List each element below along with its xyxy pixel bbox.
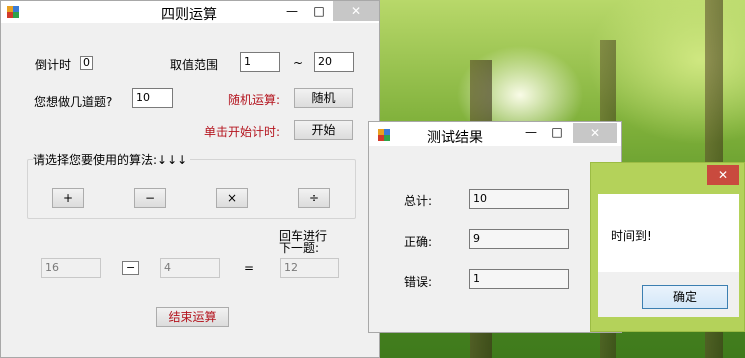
operand1-field: 16 [41, 258, 101, 278]
close-button[interactable]: ✕ [707, 165, 739, 185]
operator-group-label: 请选择您要使用的算法:↓↓↓ [33, 151, 191, 168]
countdown-value: 0 [80, 56, 93, 70]
dialog-button-bar: 确定 [598, 272, 739, 317]
result-window-title: 测试结果 [427, 130, 483, 146]
answer-input[interactable]: 12 [280, 258, 339, 278]
dialog-message: 时间到! [611, 229, 652, 243]
random-button[interactable]: 随机 [294, 88, 353, 108]
random-label: 随机运算: [228, 93, 281, 107]
app-icon [378, 129, 390, 141]
result-window: 测试结果 — □ ✕ 总计: 10 正确: 9 错误: 1 [368, 121, 622, 333]
message-dialog: ✕ 时间到! 确定 [590, 162, 745, 332]
enter-hint-line2: 下一题: [279, 241, 320, 255]
total-label: 总计: [404, 194, 433, 208]
question-count-input[interactable]: 10 [132, 88, 173, 108]
dialog-message-area: 时间到! [598, 194, 739, 272]
start-button[interactable]: 开始 [294, 120, 353, 140]
question-count-label: 您想做几道题? [34, 95, 113, 109]
main-window-title: 四则运算 [161, 7, 217, 23]
plus-button[interactable]: + [52, 188, 84, 208]
ok-button[interactable]: 确定 [642, 285, 728, 309]
equals-sign: = [244, 261, 255, 275]
correct-label: 正确: [404, 235, 433, 249]
range-label: 取值范围 [170, 58, 219, 72]
countdown-label: 倒计时 [35, 58, 72, 72]
range-min-input[interactable]: 1 [240, 52, 280, 72]
maximize-button[interactable]: □ [305, 1, 333, 21]
start-label: 单击开始计时: [204, 125, 281, 139]
minus-button[interactable]: − [134, 188, 166, 208]
correct-value: 9 [469, 229, 569, 249]
maximize-button[interactable]: □ [543, 122, 571, 142]
multiply-button[interactable]: × [216, 188, 248, 208]
close-button[interactable]: ✕ [573, 123, 617, 143]
range-separator: ~ [293, 56, 304, 70]
operator-field: − [122, 261, 139, 275]
end-button[interactable]: 结束运算 [156, 307, 229, 327]
minimize-button[interactable]: — [278, 1, 306, 21]
wrong-label: 错误: [404, 275, 433, 289]
close-button[interactable]: ✕ [333, 1, 379, 21]
range-max-input[interactable]: 20 [314, 52, 354, 72]
main-window: 四则运算 — □ ✕ 倒计时 0 取值范围 1 ~ 20 您想做几道题? 10 … [0, 0, 380, 358]
result-titlebar: 测试结果 — □ ✕ [369, 122, 621, 146]
operand2-field: 4 [160, 258, 220, 278]
wrong-value: 1 [469, 269, 569, 289]
total-value: 10 [469, 189, 569, 209]
minimize-button[interactable]: — [517, 122, 545, 142]
main-titlebar: 四则运算 — □ ✕ [1, 1, 379, 23]
app-icon [7, 6, 19, 18]
divide-button[interactable]: ÷ [298, 188, 330, 208]
